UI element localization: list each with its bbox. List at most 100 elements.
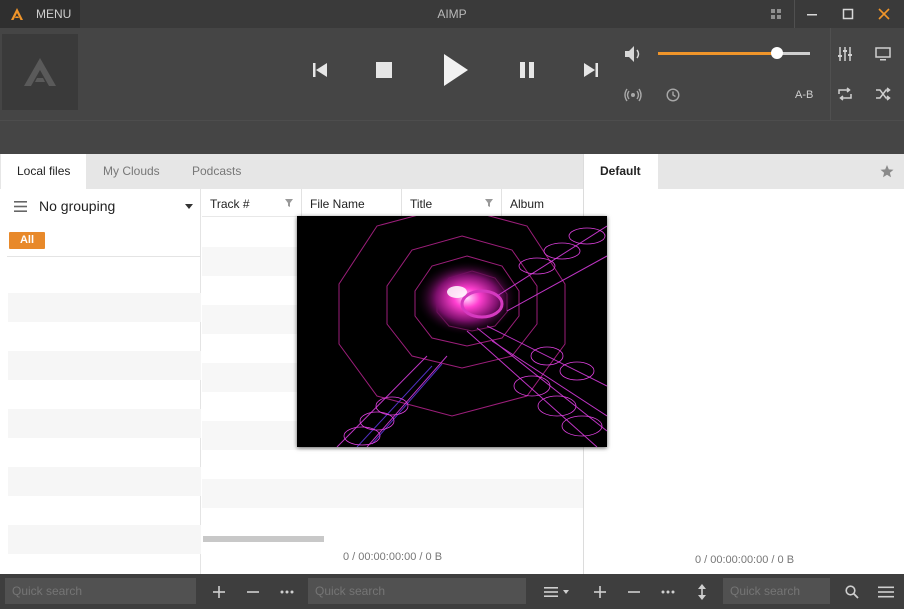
volume-knob[interactable] bbox=[770, 47, 783, 59]
title-bar: MENU AIMP bbox=[0, 0, 904, 28]
horizontal-scrollbar[interactable] bbox=[203, 536, 324, 542]
equalizer-icon bbox=[838, 47, 852, 61]
column-track-number[interactable]: Track # bbox=[202, 189, 302, 217]
grouping-selector[interactable]: No grouping bbox=[0, 189, 201, 223]
playlist-tabs: Default bbox=[584, 154, 904, 189]
visualization-graphic bbox=[297, 216, 607, 447]
radio-icon bbox=[624, 88, 642, 102]
mute-button[interactable] bbox=[620, 42, 646, 66]
hamburger-icon bbox=[14, 200, 27, 212]
volume-fill bbox=[658, 52, 777, 55]
equalizer-button[interactable] bbox=[832, 42, 858, 66]
tab-podcasts[interactable]: Podcasts bbox=[176, 154, 257, 189]
updown-icon bbox=[698, 583, 706, 600]
minimize-icon bbox=[807, 14, 817, 16]
next-button[interactable] bbox=[577, 56, 605, 84]
close-button[interactable] bbox=[866, 0, 902, 28]
next-icon bbox=[584, 63, 598, 77]
aimp-window: MENU AIMP A-B Local files My Clouds Podc… bbox=[0, 0, 904, 609]
minimize-button[interactable] bbox=[794, 0, 830, 28]
monitor-icon bbox=[875, 47, 891, 61]
library-more-button[interactable] bbox=[273, 574, 301, 609]
remove-files-button[interactable] bbox=[239, 574, 267, 609]
pause-icon bbox=[520, 62, 534, 78]
previous-icon bbox=[313, 63, 327, 77]
playlist-add-button[interactable] bbox=[586, 574, 614, 609]
filter-icon[interactable] bbox=[485, 199, 493, 207]
mini-mode-button[interactable] bbox=[758, 0, 794, 28]
column-label: Track # bbox=[210, 197, 250, 211]
column-album[interactable]: Album bbox=[502, 189, 583, 217]
add-files-button[interactable] bbox=[205, 574, 233, 609]
minus-icon bbox=[628, 590, 640, 593]
tab-my-clouds[interactable]: My Clouds bbox=[87, 154, 176, 189]
more-icon bbox=[661, 590, 675, 593]
bottom-toolbar bbox=[0, 574, 904, 609]
plus-icon bbox=[213, 585, 225, 598]
group-row bbox=[8, 293, 201, 322]
stop-icon bbox=[376, 62, 392, 78]
play-icon bbox=[444, 54, 468, 86]
radio-capture-button[interactable] bbox=[620, 84, 646, 106]
stop-button[interactable] bbox=[370, 56, 398, 84]
playlist-remove-button[interactable] bbox=[620, 574, 648, 609]
column-label: File Name bbox=[310, 197, 365, 211]
library-search-input[interactable] bbox=[308, 578, 526, 604]
scheduler-button[interactable] bbox=[660, 84, 686, 106]
maximize-button[interactable] bbox=[830, 0, 866, 28]
star-icon[interactable] bbox=[880, 165, 894, 178]
library-status: 0 / 00:00:00:00 / 0 B bbox=[342, 551, 443, 563]
column-label: Album bbox=[510, 197, 545, 211]
pause-button[interactable] bbox=[513, 56, 541, 84]
grouping-column: No grouping All bbox=[0, 189, 201, 574]
maximize-icon bbox=[842, 8, 854, 20]
menu-icon bbox=[878, 586, 894, 597]
playlist-menu-button[interactable] bbox=[872, 574, 900, 609]
column-title[interactable]: Title bbox=[402, 189, 502, 217]
close-icon bbox=[878, 8, 890, 20]
column-label: Title bbox=[410, 197, 433, 211]
tab-default-playlist[interactable]: Default bbox=[584, 154, 658, 189]
search-icon bbox=[845, 584, 859, 599]
group-row bbox=[8, 409, 201, 438]
player-separator bbox=[830, 28, 831, 120]
repeat-button[interactable] bbox=[832, 82, 858, 106]
track-info-bar bbox=[0, 120, 904, 154]
speaker-icon bbox=[625, 46, 640, 62]
ab-repeat-button[interactable]: A-B bbox=[795, 89, 813, 101]
repeat-icon bbox=[838, 87, 852, 101]
plus-icon bbox=[594, 585, 606, 598]
group-row bbox=[8, 525, 201, 554]
album-art[interactable] bbox=[2, 34, 78, 110]
aimp-placeholder-icon bbox=[24, 58, 56, 86]
playlist-sort-button[interactable] bbox=[688, 574, 716, 609]
play-button[interactable] bbox=[438, 50, 474, 90]
playlist-status: 0 / 00:00:00:00 / 0 B bbox=[694, 554, 795, 566]
groups-search-input[interactable] bbox=[5, 578, 196, 604]
grid-icon bbox=[771, 9, 781, 19]
group-row bbox=[8, 467, 201, 496]
playlist-search-input[interactable] bbox=[723, 578, 830, 604]
clock-icon bbox=[666, 88, 680, 102]
search-button[interactable] bbox=[838, 574, 866, 609]
filter-icon[interactable] bbox=[285, 199, 293, 207]
group-row bbox=[8, 351, 201, 380]
grouping-divider bbox=[7, 256, 201, 257]
shuffle-icon bbox=[876, 87, 891, 101]
volume-slider[interactable] bbox=[658, 47, 810, 59]
visualization-window[interactable] bbox=[297, 216, 607, 447]
caret-down-icon bbox=[185, 204, 193, 209]
shuffle-button[interactable] bbox=[870, 82, 896, 106]
sort-menu-button[interactable] bbox=[537, 574, 577, 609]
minus-icon bbox=[247, 590, 259, 593]
table-row bbox=[202, 479, 583, 508]
player-panel: A-B bbox=[0, 28, 904, 120]
playlist-more-button[interactable] bbox=[654, 574, 682, 609]
grouping-label: No grouping bbox=[39, 198, 116, 214]
tab-local-files[interactable]: Local files bbox=[1, 154, 87, 189]
column-file-name[interactable]: File Name bbox=[302, 189, 402, 217]
visualization-button[interactable] bbox=[870, 42, 896, 66]
all-filter-badge[interactable]: All bbox=[9, 232, 45, 249]
playlist-panel: Default 0 / 00:00:00:00 / 0 B bbox=[583, 154, 904, 574]
previous-button[interactable] bbox=[306, 56, 334, 84]
